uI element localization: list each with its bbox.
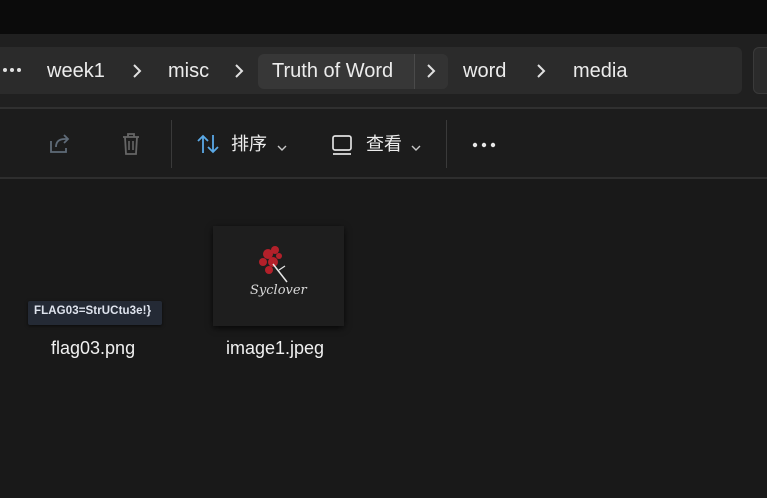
chevron-down-icon[interactable] <box>411 139 421 151</box>
breadcrumb-item-misc[interactable]: misc <box>168 58 209 84</box>
breadcrumb-item-media[interactable]: media <box>573 58 627 84</box>
breadcrumb-item-word[interactable]: word <box>463 58 506 84</box>
trash-icon[interactable] <box>118 131 144 157</box>
view-layout-icon[interactable] <box>330 132 356 158</box>
toolbar-separator <box>171 120 172 168</box>
title-bar <box>0 0 767 34</box>
chevron-down-icon[interactable] <box>277 139 287 151</box>
chevron-right-icon[interactable] <box>534 60 548 82</box>
file-thumbnail <box>213 226 344 326</box>
view-button[interactable]: 查看 <box>366 132 402 156</box>
more-crumbs-icon[interactable] <box>2 62 22 78</box>
flower-logo-icon <box>259 246 288 283</box>
search-box[interactable] <box>753 47 767 94</box>
toolbar-separator <box>446 120 447 168</box>
divider <box>0 177 767 179</box>
thumbnail-text: Syclover <box>250 283 307 298</box>
chevron-right-icon[interactable] <box>232 60 246 82</box>
file-name[interactable]: image1.jpeg <box>226 336 324 360</box>
thumbnail-text: FLAG03=StrUCtu3e!} <box>34 305 152 317</box>
breadcrumb-item-truth-of-word[interactable]: Truth of Word <box>272 58 393 84</box>
sort-arrows-icon[interactable] <box>195 131 221 157</box>
breadcrumb-item-week1[interactable]: week1 <box>47 58 105 84</box>
chevron-right-icon[interactable] <box>130 60 144 82</box>
more-options-icon[interactable] <box>471 132 497 158</box>
share-icon[interactable] <box>47 131 73 157</box>
file-name[interactable]: flag03.png <box>51 336 135 360</box>
chevron-right-icon[interactable] <box>424 60 438 82</box>
sort-button[interactable]: 排序 <box>231 132 267 156</box>
